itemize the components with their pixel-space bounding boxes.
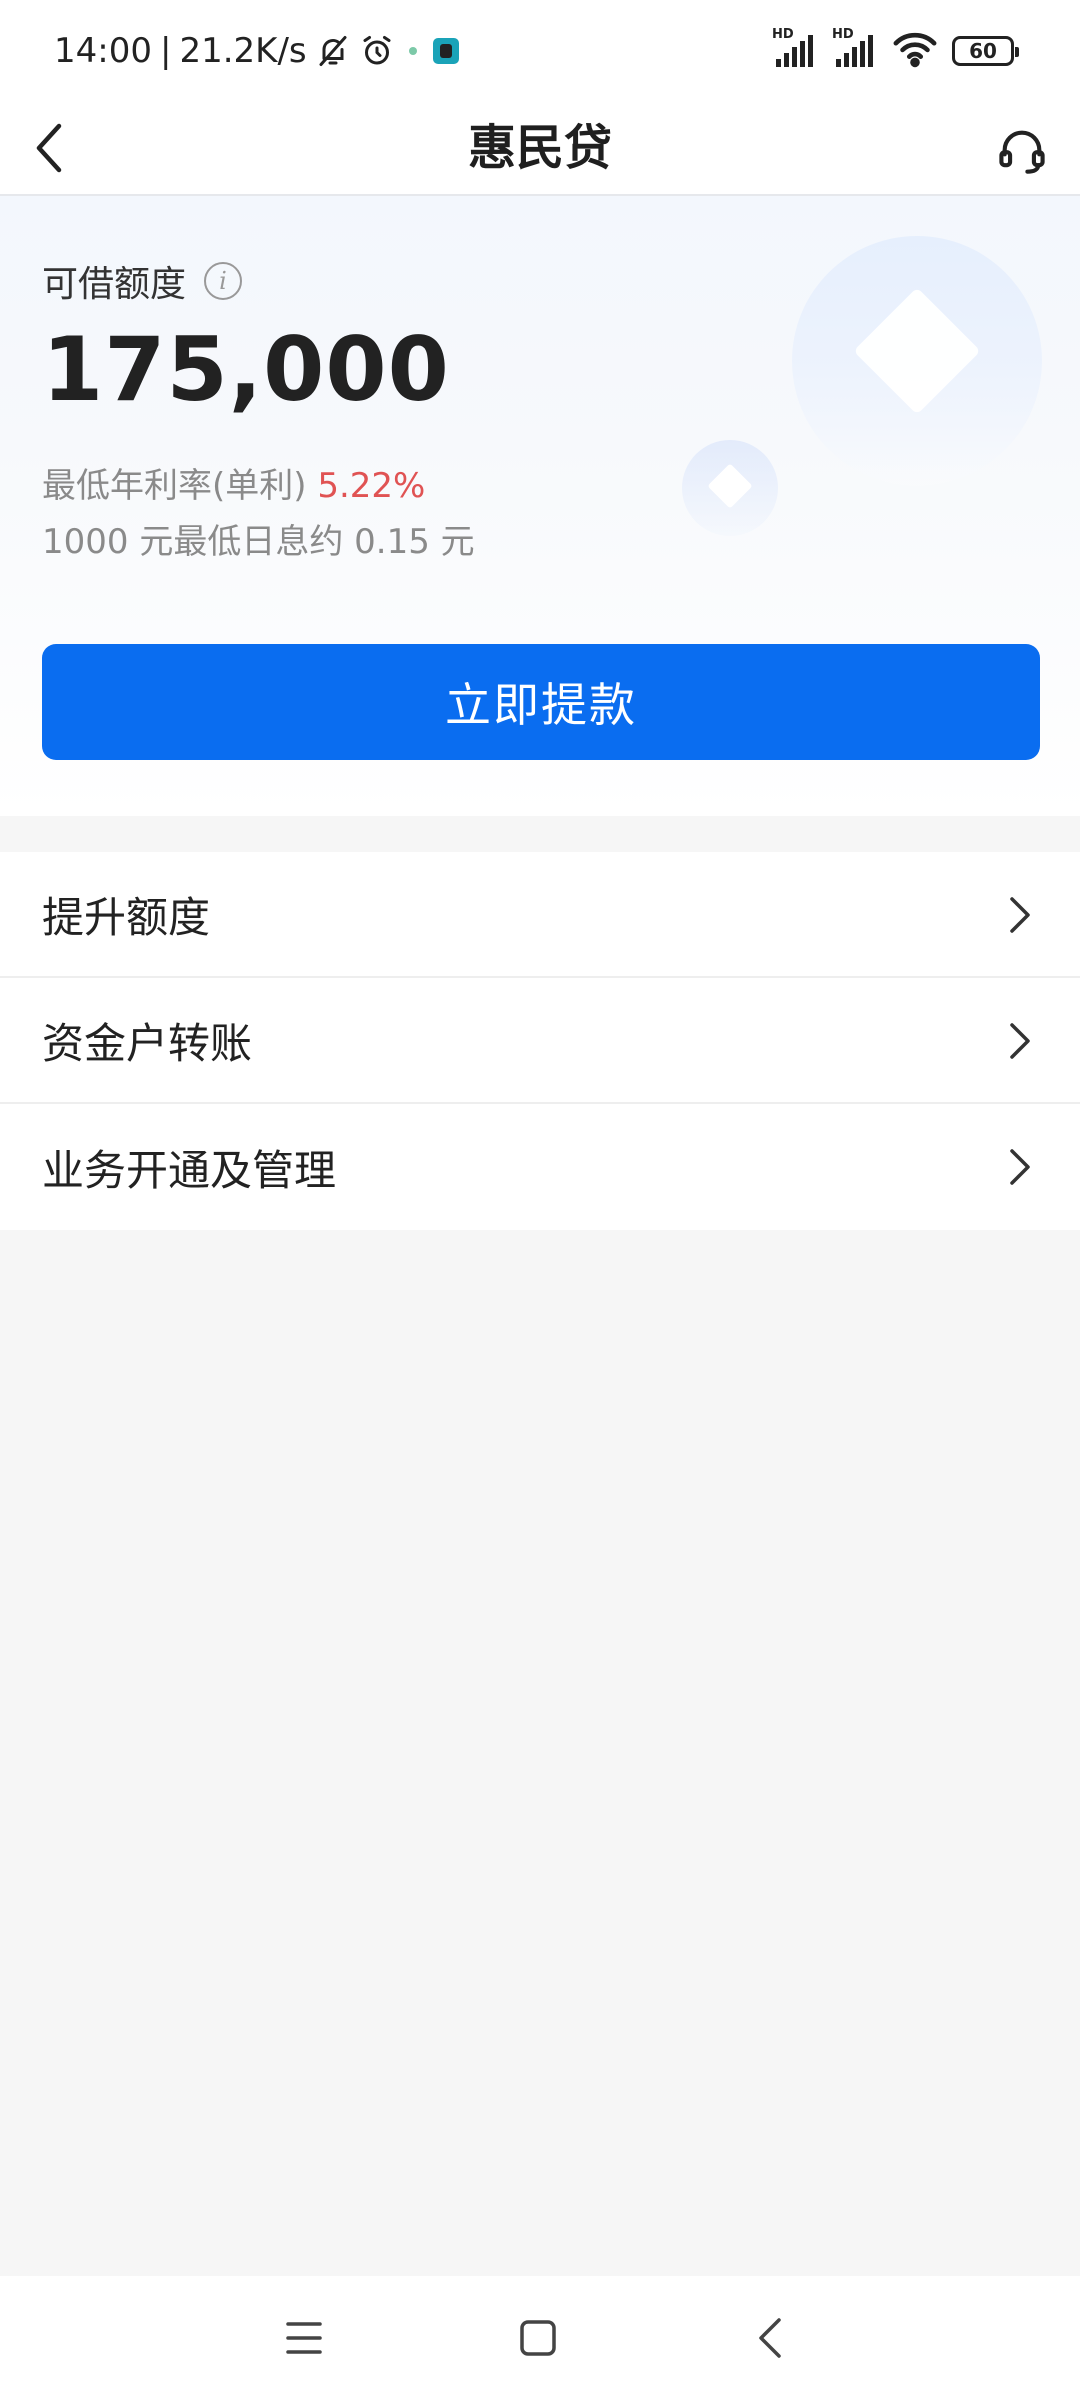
menu-item-service-management[interactable]: 业务开通及管理 <box>0 1104 1080 1230</box>
home-square-icon <box>520 2320 556 2356</box>
customer-service-button[interactable] <box>992 120 1052 180</box>
app-notification-icon-2 <box>431 36 461 66</box>
daily-interest-note: 1000 元最低日息约 0.15 元 <box>42 522 475 562</box>
menu-item-fund-transfer[interactable]: 资金户转账 <box>0 978 1080 1104</box>
decorative-circle <box>792 236 1042 486</box>
status-left: 14:00 | 21.2K/s <box>54 26 461 76</box>
credit-label-row: 可借额度 i <box>42 258 243 305</box>
signal-icon-sim1: HD <box>772 27 818 71</box>
app-notification-icon <box>403 41 423 61</box>
status-net-speed: 21.2K/s <box>179 31 307 71</box>
system-back-button[interactable] <box>740 2308 800 2368</box>
menu-item-raise-limit[interactable]: 提升额度 <box>0 852 1080 978</box>
recent-apps-button[interactable] <box>274 2308 334 2368</box>
bell-muted-icon <box>315 33 351 69</box>
battery-icon: 60 <box>952 36 1019 66</box>
status-time: 14:00 <box>54 31 152 71</box>
info-icon[interactable]: i <box>204 262 243 300</box>
rate-prefix: 最低年利率(单利) <box>42 466 307 506</box>
page-title: 惠民贷 <box>467 120 612 176</box>
menu-icon <box>286 2322 322 2354</box>
rate-value: 5.22% <box>317 466 426 506</box>
interest-rate-line: 最低年利率(单利) 5.22% <box>42 458 425 507</box>
available-credit-label: 可借额度 <box>42 264 187 305</box>
home-button[interactable] <box>508 2308 568 2368</box>
signal-icon-sim2: HD <box>832 27 878 71</box>
decorative-circle-small <box>682 440 778 536</box>
battery-level: 60 <box>969 39 997 63</box>
withdraw-button[interactable]: 立即提款 <box>42 644 1040 760</box>
nav-bar: 惠民贷 <box>0 100 1080 196</box>
menu-item-label: 资金户转账 <box>42 1018 253 1068</box>
alarm-icon <box>359 33 395 69</box>
menu-item-label: 提升额度 <box>42 892 211 942</box>
wifi-icon <box>892 29 938 73</box>
credit-summary-card: 可借额度 i 175,000 最低年利率(单利) 5.22% 1000 元最低日… <box>0 196 1080 816</box>
status-right: HD HD 60 <box>772 26 1019 76</box>
headset-icon <box>999 130 1045 174</box>
chevron-right-icon <box>1000 1021 1040 1061</box>
available-credit-amount: 175,000 <box>42 318 450 421</box>
chevron-right-icon <box>1000 1147 1040 1187</box>
system-navigation-bar <box>0 2276 1080 2400</box>
status-separator: | <box>159 31 172 71</box>
chevron-right-icon <box>1000 895 1040 935</box>
menu-item-label: 业务开通及管理 <box>42 1145 337 1195</box>
back-arrow-icon <box>759 2318 781 2358</box>
menu-list: 提升额度 资金户转账 业务开通及管理 <box>0 852 1080 1230</box>
status-bar: 14:00 | 21.2K/s HD HD 60 <box>0 0 1080 100</box>
